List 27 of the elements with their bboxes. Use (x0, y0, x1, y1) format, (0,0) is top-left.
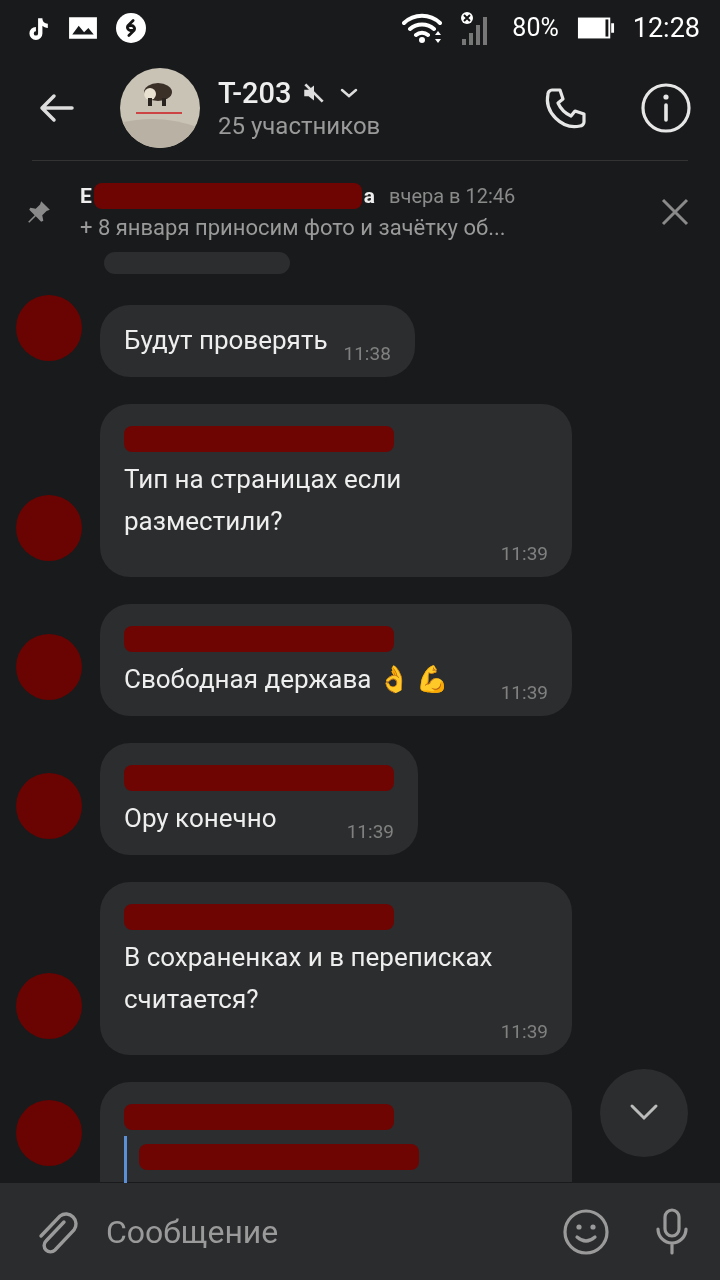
message-time: 11:39 (500, 681, 548, 704)
message-time: 11:39 (346, 820, 394, 843)
chevron-down-icon (628, 1103, 660, 1123)
message-text: Будут проверять (124, 324, 328, 357)
info-icon[interactable] (640, 81, 692, 134)
message-time: 11:39 (500, 542, 548, 565)
member-count: 25 участников (218, 111, 382, 140)
sound-id-icon (116, 12, 146, 43)
message-text: Ору конечно (124, 802, 277, 835)
message-text: Свободная держава 👌 💪 (124, 663, 449, 696)
author-initial: Е (80, 184, 92, 208)
message-text: Тип на страницах если разместили? (124, 463, 403, 538)
emoji-icon[interactable] (562, 1207, 610, 1256)
wifi-icon (402, 12, 443, 43)
battery-icon (576, 15, 615, 40)
pin-icon (26, 198, 52, 225)
pinned-message: + 8 января приносим фото и зачётку об... (80, 215, 507, 240)
pinned-time: вчера в 12:46 (389, 184, 516, 208)
chat-title[interactable]: Т-203 (218, 75, 292, 110)
author-ending: а (363, 184, 376, 208)
battery-percent: 80% (512, 13, 559, 42)
image-icon (68, 15, 98, 40)
message-text: В сохраненках и в переписках считается? (124, 941, 494, 1016)
message-time: 11:38 (343, 342, 391, 365)
clock: 12:28 (632, 11, 700, 44)
close-icon[interactable] (660, 196, 690, 227)
message-time: 11:39 (500, 1020, 548, 1043)
